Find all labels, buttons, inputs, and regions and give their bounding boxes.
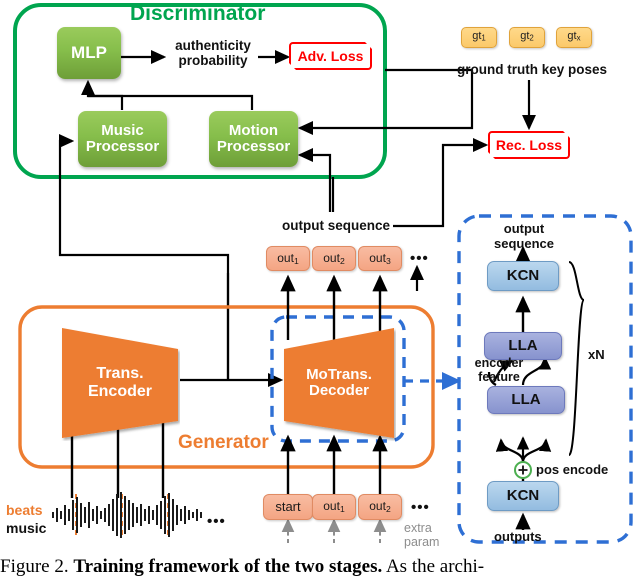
ground-truth-key-poses-label: ground truth key poses	[457, 62, 608, 77]
detail-bottom-kcn-label: KCN	[506, 487, 540, 505]
gt-box-x-label: gtx	[567, 30, 581, 44]
caption-bold: Training framework of the two stages.	[73, 556, 383, 577]
figure-caption: Figure 2. Training framework of the two …	[0, 556, 640, 578]
motion-processor-block[interactable]: Motion Processor	[209, 111, 298, 167]
discriminator-title: Discriminator	[130, 2, 266, 25]
encoder-feature-label: encoder feature	[462, 356, 536, 384]
output-token-1-label: out1	[277, 250, 299, 266]
outputs-row-ellipsis: •••	[410, 250, 429, 267]
decoder-input-out-2-label: out2	[369, 499, 391, 514]
music-ellipsis: •••	[207, 513, 226, 530]
music-processor-line-2: Processor	[85, 138, 160, 155]
gt-box-1[interactable]: gt1	[461, 27, 497, 48]
repeat-count-label: xN	[588, 347, 605, 362]
detail-lower-lla-block[interactable]: LLA	[487, 386, 565, 414]
motion-processor-line-1: Motion	[228, 122, 279, 140]
extra-param-line-1: extra	[404, 521, 432, 535]
decoder-input-out-1-label: out1	[323, 499, 345, 514]
gt-box-2-label: gt2	[520, 30, 534, 44]
adv-loss-label: Adv. Loss	[297, 47, 364, 64]
gt-box-1-label: gt1	[472, 30, 486, 44]
trans-encoder-block[interactable]: Trans. Encoder	[60, 325, 180, 441]
generator-title: Generator	[178, 432, 269, 453]
pos-encode-label: pos encode	[536, 462, 609, 477]
motrans-decoder-block[interactable]: MoTrans. Decoder	[282, 325, 396, 441]
detail-top-kcn-block[interactable]: KCN	[487, 261, 559, 291]
detail-outputs-label: outputs	[494, 529, 542, 544]
output-sequence-label: output sequence	[282, 218, 391, 233]
authenticity-line-1: authenticity	[175, 38, 251, 53]
output-token-3-label: out3	[369, 250, 391, 266]
detail-output-line-1: output	[503, 221, 545, 236]
music-processor-block[interactable]: Music Processor	[78, 111, 167, 167]
extra-param-line-2: param	[404, 535, 440, 550]
detail-output-sequence-label: output sequence	[484, 221, 564, 251]
gt-box-2[interactable]: gt2	[509, 27, 545, 48]
extra-param-label: extra param	[404, 521, 439, 550]
caption-prefix: Figure 2.	[0, 556, 69, 577]
caption-rest: As the archi-	[385, 556, 485, 577]
adv-loss-block[interactable]: Adv. Loss	[289, 42, 372, 70]
start-label: start	[275, 499, 301, 515]
detail-bottom-kcn-block[interactable]: KCN	[487, 481, 559, 511]
music-label: music	[6, 520, 47, 536]
authenticity-probability-label: authenticity probability	[167, 38, 259, 68]
beats-label: beats	[6, 502, 43, 518]
mlp-label: MLP	[71, 43, 107, 63]
authenticity-line-2: probability	[178, 53, 248, 69]
music-processor-line-1: Music	[101, 122, 144, 140]
detail-output-line-2: sequence	[494, 235, 554, 251]
encoder-feature-line-2: feature	[478, 370, 520, 384]
gt-box-x[interactable]: gtx	[556, 27, 592, 48]
detail-upper-lla-label: LLA	[508, 337, 538, 355]
detail-lower-lla-label: LLA	[511, 391, 541, 409]
output-token-1[interactable]: out1	[266, 246, 310, 271]
decoder-input-out-2[interactable]: out2	[358, 494, 402, 520]
encoder-feature-line-1: encoder	[474, 356, 524, 370]
inputs-row-ellipsis: •••	[411, 499, 430, 516]
mlp-block[interactable]: MLP	[57, 27, 121, 79]
figure-root: Discriminator MLP authenticity probabili…	[0, 0, 640, 583]
output-token-3[interactable]: out3	[358, 246, 402, 271]
rec-loss-block[interactable]: Rec. Loss	[488, 131, 570, 159]
detail-top-kcn-label: KCN	[506, 267, 540, 285]
decoder-input-start[interactable]: start	[263, 494, 313, 520]
motion-processor-line-2: Processor	[216, 138, 291, 155]
music-waveform	[52, 492, 202, 538]
output-token-2-label: out2	[323, 250, 345, 266]
rec-loss-label: Rec. Loss	[495, 136, 563, 153]
decoder-input-out-1[interactable]: out1	[312, 494, 356, 520]
output-token-2[interactable]: out2	[312, 246, 356, 271]
